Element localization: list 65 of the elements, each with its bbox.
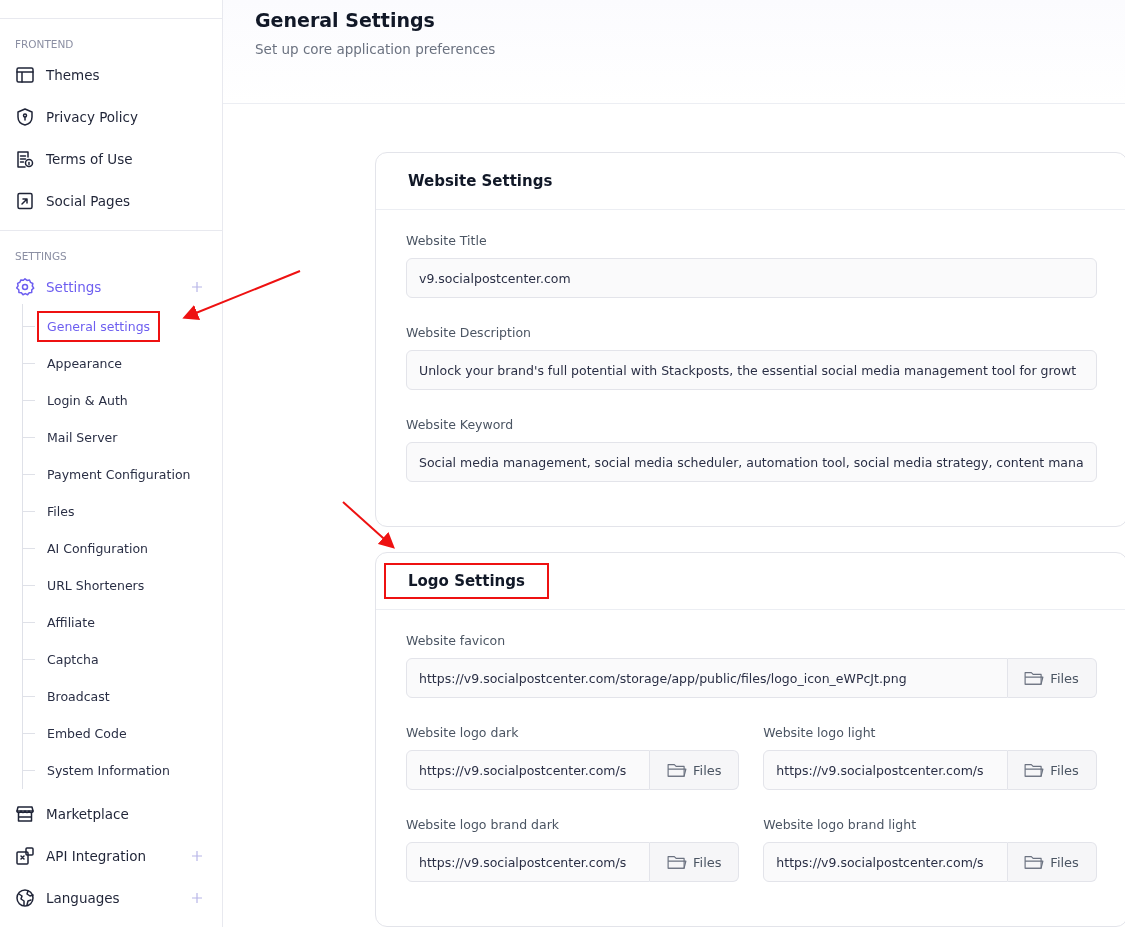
store-icon — [15, 804, 35, 824]
submenu-item[interactable]: System Information — [37, 755, 180, 786]
submenu-item[interactable]: Embed Code — [37, 718, 137, 749]
nav-item[interactable]: Settings — [0, 266, 222, 308]
nav-item[interactable]: Languages — [0, 877, 222, 919]
section-label: FRONTEND — [14, 37, 75, 52]
file-url-field[interactable]: https://v9.socialpostcenter.com/storage/app/public/files/logo_icon_eWPcJt.png — [406, 658, 1008, 698]
folder-icon — [667, 762, 688, 778]
folder-icon — [667, 854, 688, 870]
nav-item[interactable]: API Integration — [0, 835, 222, 877]
nav-item[interactable]: Privacy Policy — [0, 96, 222, 138]
document-icon — [15, 149, 35, 169]
nav-item[interactable]: Marketplace — [0, 793, 222, 835]
page-title: General Settings — [255, 8, 436, 33]
layout-icon — [15, 65, 35, 85]
field-label: Website favicon — [406, 632, 507, 650]
submenu-item[interactable]: General settings — [37, 311, 161, 342]
files-button[interactable]: Files — [1007, 842, 1097, 882]
page-icon — [15, 191, 35, 211]
submenu-item[interactable]: Mail Server — [37, 422, 128, 453]
submenu-item[interactable]: Captcha — [37, 644, 109, 675]
card-title: Logo Settings — [384, 563, 549, 599]
files-button[interactable]: Files — [1007, 750, 1097, 790]
annotation-arrow — [342, 501, 395, 549]
plus-icon[interactable] — [192, 893, 202, 903]
submenu-item[interactable]: Files — [37, 496, 85, 527]
plus-icon[interactable] — [192, 282, 202, 292]
text-field[interactable]: Unlock your brand's full potential with Stackposts, the essential social media management tool for growt — [406, 350, 1097, 390]
section-label: SETTINGS — [14, 249, 68, 264]
field-label: Website logo dark — [406, 724, 520, 742]
submenu-item[interactable]: Affiliate — [37, 607, 105, 638]
submenu-item[interactable]: URL Shorteners — [37, 570, 155, 601]
field-label: Website Keyword — [406, 416, 515, 434]
page-subtitle: Set up core application preferences — [255, 41, 497, 57]
field-label: Website logo brand dark — [406, 816, 560, 834]
files-button[interactable]: Files — [650, 842, 740, 882]
files-button[interactable]: Files — [650, 750, 740, 790]
puzzle-icon — [15, 846, 35, 866]
card-title: Website Settings — [407, 171, 554, 192]
submenu-item[interactable]: AI Configuration — [37, 533, 158, 564]
file-url-field[interactable]: https://v9.socialpostcenter.com/s — [763, 750, 1008, 790]
folder-icon — [1024, 854, 1045, 870]
folder-icon — [1024, 670, 1045, 686]
file-url-field[interactable]: https://v9.socialpostcenter.com/s — [763, 842, 1008, 882]
submenu-item[interactable]: Login & Auth — [37, 385, 138, 416]
gear-icon — [15, 277, 35, 297]
file-url-field[interactable]: https://v9.socialpostcenter.com/s — [406, 842, 651, 882]
plus-icon[interactable] — [192, 851, 202, 861]
field-label: Website logo brand light — [763, 816, 918, 834]
file-url-field[interactable]: https://v9.socialpostcenter.com/s — [406, 750, 651, 790]
files-button[interactable]: Files — [1007, 658, 1097, 698]
submenu-item[interactable]: Broadcast — [37, 681, 120, 712]
field-label: Website Description — [406, 324, 532, 342]
field-label: Website logo light — [763, 724, 877, 742]
shield-icon — [15, 107, 35, 127]
text-field[interactable]: Social media management, social media scheduler, automation tool, social media strategy, content mana — [406, 442, 1097, 482]
text-field[interactable]: v9.socialpostcenter.com — [406, 258, 1097, 298]
submenu-item[interactable]: Payment Configuration — [37, 459, 201, 490]
nav-item[interactable]: Themes — [0, 54, 222, 96]
nav-item[interactable]: Terms of Use — [0, 138, 222, 180]
submenu-item[interactable]: Appearance — [37, 348, 133, 379]
nav-item[interactable]: Social Pages — [0, 180, 222, 222]
globe-icon — [15, 888, 35, 908]
field-label: Website Title — [406, 232, 488, 250]
folder-icon — [1024, 762, 1045, 778]
